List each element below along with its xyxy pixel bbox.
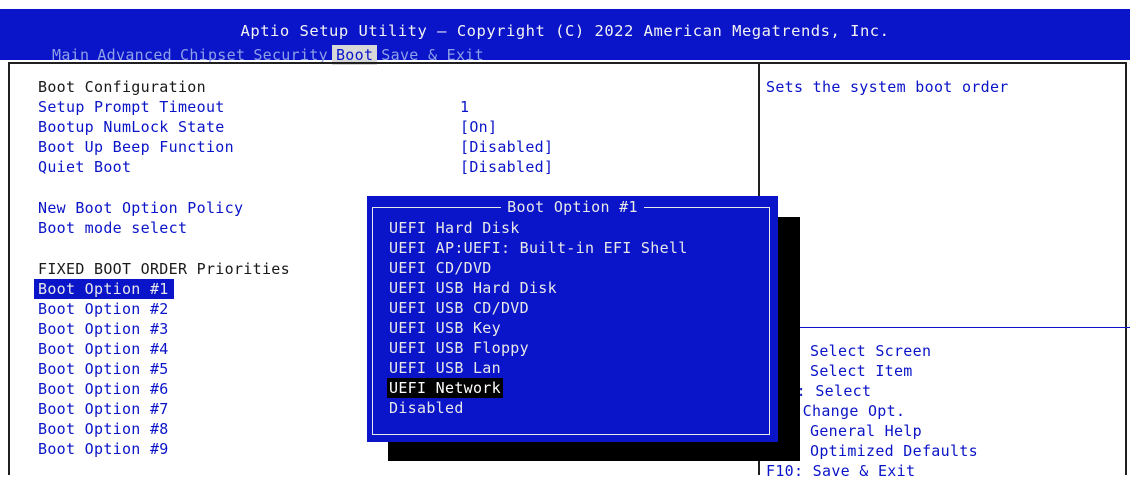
popup-option-uefi-usb-hard-disk[interactable]: UEFI USB Hard Disk	[389, 278, 557, 298]
boot-option-popup: Boot Option #1 UEFI Hard Disk UEFI AP:UE…	[367, 196, 778, 442]
boot-beep-value[interactable]: [Disabled]	[460, 137, 553, 157]
new-boot-option-policy-label[interactable]: New Boot Option Policy	[38, 198, 243, 218]
help-optimized-defaults: Optimized Defaults	[810, 442, 978, 460]
setup-prompt-timeout-value[interactable]: 1	[460, 97, 469, 117]
popup-option-uefi-usb-cd-dvd[interactable]: UEFI USB CD/DVD	[389, 298, 529, 318]
help-save-exit: F10: Save & Exit	[766, 462, 916, 480]
bios-title: Aptio Setup Utility – Copyright (C) 2022…	[240, 22, 890, 40]
popup-title: Boot Option #1	[501, 198, 644, 216]
popup-title-bar: Boot Option #1	[367, 198, 778, 216]
help-select-screen: Select Screen	[810, 342, 932, 360]
boot-option-7-label[interactable]: Boot Option #7	[38, 399, 169, 419]
popup-option-disabled[interactable]: Disabled	[389, 398, 464, 418]
help-general-help: General Help	[810, 422, 922, 440]
popup-option-uefi-usb-lan[interactable]: UEFI USB Lan	[389, 358, 501, 378]
quiet-boot-label[interactable]: Quiet Boot	[38, 157, 131, 177]
help-description: Sets the system boot order	[766, 78, 1009, 96]
boot-option-2-label[interactable]: Boot Option #2	[38, 299, 169, 319]
popup-option-uefi-cd-dvd[interactable]: UEFI CD/DVD	[389, 258, 492, 278]
popup-option-uefi-network[interactable]: UEFI Network	[387, 378, 503, 398]
popup-option-uefi-hard-disk[interactable]: UEFI Hard Disk	[389, 218, 520, 238]
help-change-opt: : Change Opt.	[784, 402, 906, 420]
boot-mode-select-label[interactable]: Boot mode select	[38, 218, 187, 238]
boot-option-1-label[interactable]: Boot Option #1	[34, 279, 174, 299]
bootup-numlock-label[interactable]: Bootup NumLock State	[38, 117, 225, 137]
popup-option-uefi-usb-floppy[interactable]: UEFI USB Floppy	[389, 338, 529, 358]
boot-option-8-label[interactable]: Boot Option #8	[38, 419, 169, 439]
help-divider	[760, 327, 1130, 328]
setup-prompt-timeout-label[interactable]: Setup Prompt Timeout	[38, 97, 225, 117]
popup-option-uefi-efi-shell[interactable]: UEFI AP:UEFI: Built-in EFI Shell	[389, 238, 688, 258]
boot-option-4-label[interactable]: Boot Option #4	[38, 339, 169, 359]
help-select-item: Select Item	[810, 362, 913, 380]
boot-option-5-label[interactable]: Boot Option #5	[38, 359, 169, 379]
bootup-numlock-value[interactable]: [On]	[460, 117, 497, 137]
section-boot-configuration: Boot Configuration	[38, 78, 206, 96]
boot-beep-label[interactable]: Boot Up Beep Function	[38, 137, 234, 157]
boot-option-6-label[interactable]: Boot Option #6	[38, 379, 169, 399]
quiet-boot-value[interactable]: [Disabled]	[460, 157, 553, 177]
section-fixed-boot-order: FIXED BOOT ORDER Priorities	[38, 260, 290, 278]
popup-option-uefi-usb-key[interactable]: UEFI USB Key	[389, 318, 501, 338]
boot-option-3-label[interactable]: Boot Option #3	[38, 319, 169, 339]
boot-option-9-label[interactable]: Boot Option #9	[38, 439, 169, 459]
title-bar: Aptio Setup Utility – Copyright (C) 2022…	[0, 9, 1130, 65]
